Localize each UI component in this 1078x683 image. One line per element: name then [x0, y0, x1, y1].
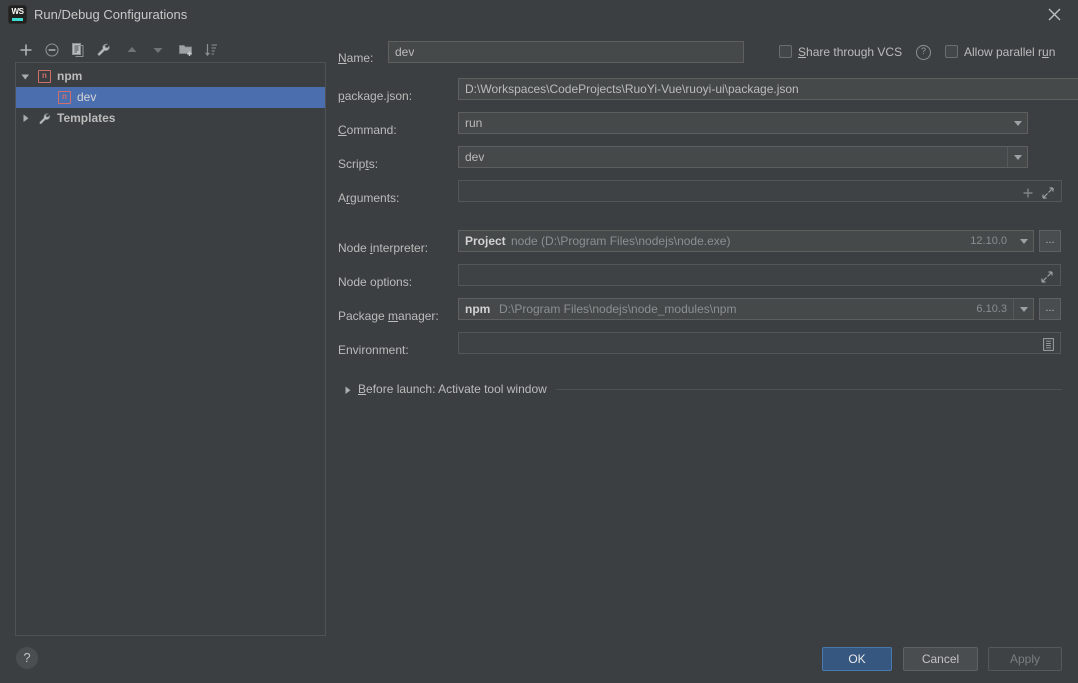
allow-parallel-run-label[interactable]: Allow parallel run — [964, 45, 1055, 59]
environment-label: Environment: — [338, 343, 409, 357]
node-options-input[interactable] — [458, 264, 1061, 286]
plus-icon — [20, 44, 32, 56]
node-options-label: Node options: — [338, 275, 413, 289]
configurations-tree[interactable]: n npm n dev Templates — [15, 62, 326, 636]
tree-node-dev-label: dev — [77, 90, 97, 104]
node-interpreter-version: 12.10.0 — [970, 235, 1007, 247]
before-launch-expand-arrow[interactable] — [344, 384, 354, 394]
environment-input[interactable] — [458, 332, 1061, 354]
move-up-button[interactable] — [120, 38, 144, 62]
chevron-right-icon — [23, 114, 29, 122]
node-interpreter-value: node (D:\Program Files\nodejs\node.exe) — [511, 234, 731, 248]
create-folder-button[interactable] — [174, 38, 198, 62]
edit-defaults-button[interactable] — [92, 38, 116, 62]
templates-expand-arrow[interactable] — [18, 108, 32, 129]
node-interpreter-browse-button[interactable]: ... — [1039, 230, 1061, 252]
cancel-button[interactable]: Cancel — [903, 647, 978, 671]
tree-node-npm-label: npm — [57, 69, 83, 83]
copy-configuration-button[interactable] — [66, 38, 90, 62]
run-debug-configurations-dialog: WS Run/Debug Configurations n npm n dev … — [0, 0, 1078, 683]
package-json-input[interactable]: D:\Workspaces\CodeProjects\RuoYi-Vue\ruo… — [458, 78, 1078, 100]
before-launch-separator — [556, 389, 1062, 390]
expand-icon — [1041, 271, 1053, 283]
package-manager-browse-button[interactable]: ... — [1039, 298, 1061, 320]
scripts-value: dev — [465, 150, 485, 164]
environment-editor-button[interactable] — [1043, 337, 1054, 357]
node-options-expand-button[interactable] — [1041, 269, 1053, 289]
name-input[interactable]: dev — [388, 41, 744, 63]
wrench-icon — [38, 112, 52, 126]
chevron-down-icon — [1020, 307, 1028, 312]
scripts-dropdown[interactable]: dev — [458, 146, 1028, 168]
apply-button[interactable]: Apply — [988, 647, 1062, 671]
command-value: run — [465, 116, 483, 130]
expand-icon — [1042, 187, 1054, 199]
remove-configuration-button[interactable] — [40, 38, 64, 62]
ok-button[interactable]: OK — [822, 647, 892, 671]
dialog-title: Run/Debug Configurations — [34, 7, 188, 22]
webstorm-logo-icon: WS — [9, 6, 26, 23]
scripts-label: Scripts: — [338, 157, 379, 171]
package-json-value: D:\Workspaces\CodeProjects\RuoYi-Vue\ruo… — [465, 82, 799, 96]
configurations-toolbar — [10, 38, 325, 62]
tree-node-npm[interactable]: n npm — [16, 66, 325, 87]
npm-icon: n — [58, 91, 71, 104]
close-icon — [1048, 8, 1061, 21]
command-dropdown[interactable]: run — [458, 112, 1028, 134]
close-button[interactable] — [1032, 0, 1078, 29]
sort-alphabetically-icon — [205, 44, 217, 57]
plus-icon — [1023, 188, 1033, 198]
configuration-form: Name: dev Share through VCS ? Allow para… — [336, 36, 1078, 596]
move-down-button[interactable] — [146, 38, 170, 62]
share-through-vcs-checkbox[interactable] — [779, 45, 792, 58]
package-manager-dropdown[interactable]: npm D:\Program Files\nodejs\node_modules… — [458, 298, 1034, 320]
arrow-up-icon — [127, 47, 137, 52]
before-launch-label[interactable]: Before launch: Activate tool window — [358, 382, 547, 396]
name-input-value: dev — [395, 45, 415, 59]
chevron-right-icon — [345, 386, 351, 394]
npm-expand-arrow[interactable] — [18, 66, 32, 87]
share-through-vcs-label[interactable]: Share through VCS — [798, 45, 902, 59]
arrow-down-icon — [153, 48, 163, 53]
node-interpreter-label: Node interpreter: — [338, 241, 429, 255]
chevron-down-icon — [21, 74, 29, 80]
help-button[interactable]: ? — [16, 647, 38, 669]
arguments-input[interactable] — [458, 180, 1062, 202]
arguments-add-button[interactable] — [1022, 185, 1034, 205]
package-json-label: package.json: — [338, 89, 413, 103]
share-through-vcs-help-icon[interactable]: ? — [916, 45, 931, 60]
copy-icon — [72, 43, 84, 57]
webstorm-logo-underline — [12, 18, 23, 21]
arguments-expand-button[interactable] — [1042, 185, 1054, 205]
package-manager-scope: npm — [465, 302, 491, 316]
node-interpreter-dropdown[interactable]: Project node (D:\Program Files\nodejs\no… — [458, 230, 1034, 252]
webstorm-logo-text: WS — [11, 7, 24, 16]
tree-node-dev[interactable]: n dev — [16, 87, 325, 108]
command-dropdown-button[interactable] — [1008, 113, 1027, 133]
command-label: Command: — [338, 123, 397, 137]
scripts-dropdown-button[interactable] — [1007, 147, 1027, 167]
add-configuration-button[interactable] — [14, 38, 38, 62]
package-manager-label: Package manager: — [338, 309, 439, 323]
chevron-down-icon — [1020, 239, 1028, 244]
name-label: Name: — [338, 51, 374, 65]
folder-add-icon — [179, 45, 192, 56]
wrench-icon — [97, 43, 110, 56]
node-interpreter-dropdown-button[interactable] — [1014, 231, 1033, 251]
package-manager-version: 6.10.3 — [976, 303, 1007, 315]
node-interpreter-scope: Project — [465, 234, 506, 248]
npm-icon: n — [38, 70, 51, 83]
allow-parallel-run-checkbox[interactable] — [945, 45, 958, 58]
tree-node-templates[interactable]: Templates — [16, 108, 325, 129]
minus-icon — [45, 43, 59, 57]
tree-node-templates-label: Templates — [57, 111, 116, 125]
chevron-down-icon — [1014, 121, 1022, 126]
package-manager-value: D:\Program Files\nodejs\node_modules\npm — [499, 302, 737, 316]
list-editor-icon — [1043, 338, 1054, 351]
package-manager-dropdown-button[interactable] — [1013, 299, 1033, 319]
arguments-label: Arguments: — [338, 191, 400, 205]
chevron-down-icon — [1014, 155, 1022, 160]
sort-button[interactable] — [200, 38, 224, 62]
title-bar: WS Run/Debug Configurations — [0, 0, 1078, 29]
